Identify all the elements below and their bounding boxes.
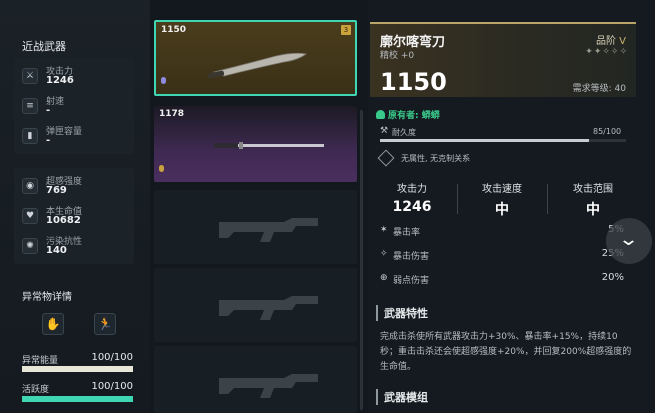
element-text: 无属性, 无克制关系 <box>401 154 471 163</box>
stats-group-primary: ⚔ 攻击力 1246 ≡ 射速 - ▮ 弹匣容量 - <box>14 58 134 154</box>
crit-damage-icon: ✧ <box>380 249 388 259</box>
stat-value: 140 <box>46 245 67 256</box>
stat-value: 中 <box>586 202 600 218</box>
magazine-icon: ▮ <box>22 128 38 144</box>
anomaly-energy-value: 100/100 <box>91 352 133 363</box>
transcendence-icon: ◉ <box>22 178 38 194</box>
stats-group-secondary: ◉ 超感强度 769 ♥ 本生命值 10682 ✺ 污染抗性 140 <box>14 168 134 264</box>
stat-attack: ⚔ 攻击力 1246 <box>14 61 134 91</box>
chevron-down-icon: ⌄ <box>617 229 640 250</box>
durability-icon: ⚒ <box>380 126 389 136</box>
anomaly-title: 异常物详情 <box>22 292 72 303</box>
weapon-detail-header: 廓尔喀弯刀 精校 +0 品阶 V ✦✦✧✧✧ 1150 需求等级: 40 <box>370 22 636 97</box>
weapon-card[interactable]: 1178 <box>154 106 357 182</box>
sub-stat-label: 弱点伤害 <box>393 276 430 286</box>
grade-label: 品阶 <box>595 36 616 47</box>
activity-fill <box>22 396 133 402</box>
pollution-icon: ✺ <box>22 238 38 254</box>
stat-value: 中 <box>495 202 509 218</box>
weapon-card-empty[interactable] <box>154 190 357 264</box>
anomaly-energy-bar <box>22 366 133 372</box>
stat-crit-damage: ✧ 暴击伤害 25% <box>380 246 626 266</box>
durability-bar <box>380 139 626 142</box>
rarity-dot <box>161 77 166 84</box>
weapon-card-empty[interactable] <box>154 346 357 413</box>
durability-value: 85/100 <box>593 127 622 136</box>
stat-label: 攻击速度 <box>482 184 522 195</box>
grade-value: V <box>619 36 626 47</box>
sub-stat-label: 暴击伤害 <box>393 252 430 262</box>
running-icon[interactable]: 🏃 <box>94 313 116 335</box>
heart-icon: ♥ <box>22 208 38 224</box>
rifle-silhouette-icon <box>219 296 318 320</box>
stat-transcendence: ◉ 超感强度 769 <box>14 171 134 201</box>
rifle-silhouette-icon <box>219 218 318 242</box>
stat-value: 769 <box>46 185 67 196</box>
owner-text: 原有者: 蟒蟒 <box>388 111 440 121</box>
stat-value: - <box>46 105 51 116</box>
stat-label: 攻击范围 <box>573 184 613 195</box>
stat-value: 1246 <box>392 199 432 215</box>
rarity-dot <box>159 165 164 172</box>
list-scrollbar[interactable] <box>360 110 363 410</box>
activity-label: 活跃度 <box>22 385 50 395</box>
card-number: 1150 <box>161 25 187 35</box>
kukri-weapon-icon <box>208 52 307 79</box>
card-number: 1178 <box>159 109 185 119</box>
grade-stars: ✦✦✧✧✧ <box>585 47 628 57</box>
stat-value: 1246 <box>46 75 74 86</box>
section-title: 近战武器 <box>22 40 66 53</box>
crosshair-icon: ⊕ <box>380 273 388 283</box>
sub-stat-label: 暴击率 <box>393 228 421 238</box>
durability-fill <box>380 139 590 142</box>
sub-stat-value: 20% <box>601 272 624 283</box>
katana-weapon-icon <box>214 142 324 149</box>
fire-rate-icon: ≡ <box>22 98 38 114</box>
activity-bar <box>22 396 133 402</box>
activity-value: 100/100 <box>91 381 133 392</box>
durability-label: 耐久度 <box>392 128 416 137</box>
stat-health: ♥ 本生命值 10682 <box>14 201 134 231</box>
weapon-card-empty[interactable] <box>154 268 357 342</box>
stat-magazine: ▮ 弹匣容量 - <box>14 121 134 151</box>
stat-crit-rate: ✶ 暴击率 5% <box>380 222 626 242</box>
scroll-down-button[interactable]: ⌄ <box>606 218 652 264</box>
stat-attack-range: 攻击范围 中 <box>549 180 637 219</box>
stat-value: 10682 <box>46 215 81 226</box>
trait-text: 完成击杀使所有武器攻击力+30%、暴击率+15%，持续10秒；重击击杀还会使超感… <box>380 332 632 372</box>
weapon-grade: 品阶 V <box>596 32 626 47</box>
trait-title: 武器特性 <box>376 305 428 321</box>
stat-label: 攻击力 <box>397 184 427 195</box>
stat-weakpoint-damage: ⊕ 弱点伤害 20% <box>380 270 626 290</box>
stat-fire-rate: ≡ 射速 - <box>14 91 134 121</box>
crit-rate-icon: ✶ <box>380 225 388 235</box>
stat-pollution-resist: ✺ 污染抗性 140 <box>14 231 134 261</box>
stat-attack-speed: 攻击速度 中 <box>458 180 546 219</box>
required-level: 需求等级: 40 <box>572 84 626 94</box>
anomaly-energy-fill <box>22 366 133 372</box>
person-icon <box>376 110 385 119</box>
rifle-silhouette-icon <box>219 374 318 398</box>
weapon-refine: 精校 +0 <box>380 51 415 61</box>
stat-attack-power: 攻击力 1246 <box>368 180 456 215</box>
stat-label: 弹匣容量 <box>46 127 83 137</box>
stat-divider <box>547 184 548 214</box>
anomaly-energy-label: 异常能量 <box>22 356 59 366</box>
original-owner: 原有者: 蟒蟒 <box>376 108 440 121</box>
module-title: 武器模组 <box>376 389 428 405</box>
weapon-power: 1150 <box>380 68 447 96</box>
refine-badge: 3 <box>341 25 351 35</box>
weapon-card-selected[interactable]: 1150 3 <box>154 20 357 96</box>
attack-icon: ⚔ <box>22 68 38 84</box>
stat-value: - <box>46 135 51 146</box>
flame-hand-icon[interactable]: ✋ <box>42 313 64 335</box>
